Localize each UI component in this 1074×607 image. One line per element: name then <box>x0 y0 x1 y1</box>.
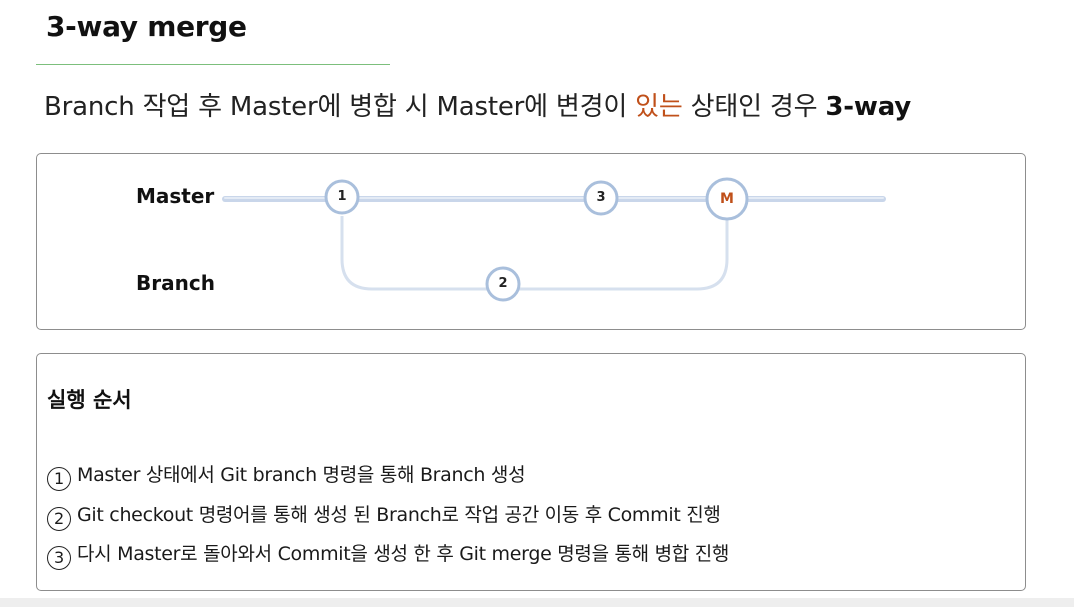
step-text-1: Master 상태에서 Git branch 명령을 통해 Branch 생성 <box>77 464 526 486</box>
step-1: 1 Master 상태에서 Git branch 명령을 통해 Branch 생성 <box>47 460 526 491</box>
step-2: 2 Git checkout 명령어를 통해 생성 된 Branch로 작업 공간… <box>47 500 721 531</box>
lane-label-branch: Branch <box>136 271 215 295</box>
slide-title: 3-way merge <box>46 10 247 43</box>
subtitle: Branch 작업 후 Master에 병합 시 Master에 변경이 있는 … <box>44 86 911 123</box>
bottom-strip <box>0 598 1074 607</box>
title-underline <box>36 64 390 65</box>
commit-label-1: 1 <box>337 189 347 204</box>
diagram-graphics <box>222 177 886 302</box>
step-text-3: 다시 Master로 돌아와서 Commit을 생성 한 후 Git merge… <box>77 543 730 565</box>
step-text-2: Git checkout 명령어를 통해 생성 된 Branch로 작업 공간 … <box>77 504 721 526</box>
branch-path <box>340 216 729 291</box>
merge-label: M <box>720 191 734 207</box>
steps-panel: 실행 순서 1 Master 상태에서 Git branch 명령을 통해 Bra… <box>36 353 1026 591</box>
subtitle-text-start: Branch 작업 후 Master에 병합 시 Master에 변경이 <box>44 92 636 122</box>
subtitle-highlight: 있는 <box>635 92 683 122</box>
merge-diagram: Master Branch 1 3 M 2 <box>36 153 1026 330</box>
subtitle-bold-end: 3-way <box>825 92 911 122</box>
lane-label-master: Master <box>136 184 215 208</box>
step-number-3: 3 <box>47 546 71 570</box>
step-3: 3 다시 Master로 돌아와서 Commit을 생성 한 후 Git merg… <box>47 539 729 570</box>
steps-heading: 실행 순서 <box>47 388 132 412</box>
commit-label-3: 3 <box>596 190 606 205</box>
step-number-1: 1 <box>47 467 71 491</box>
subtitle-text-middle: 상태인 경우 <box>682 92 826 122</box>
commit-label-2: 2 <box>498 276 508 291</box>
step-number-2: 2 <box>47 507 71 531</box>
